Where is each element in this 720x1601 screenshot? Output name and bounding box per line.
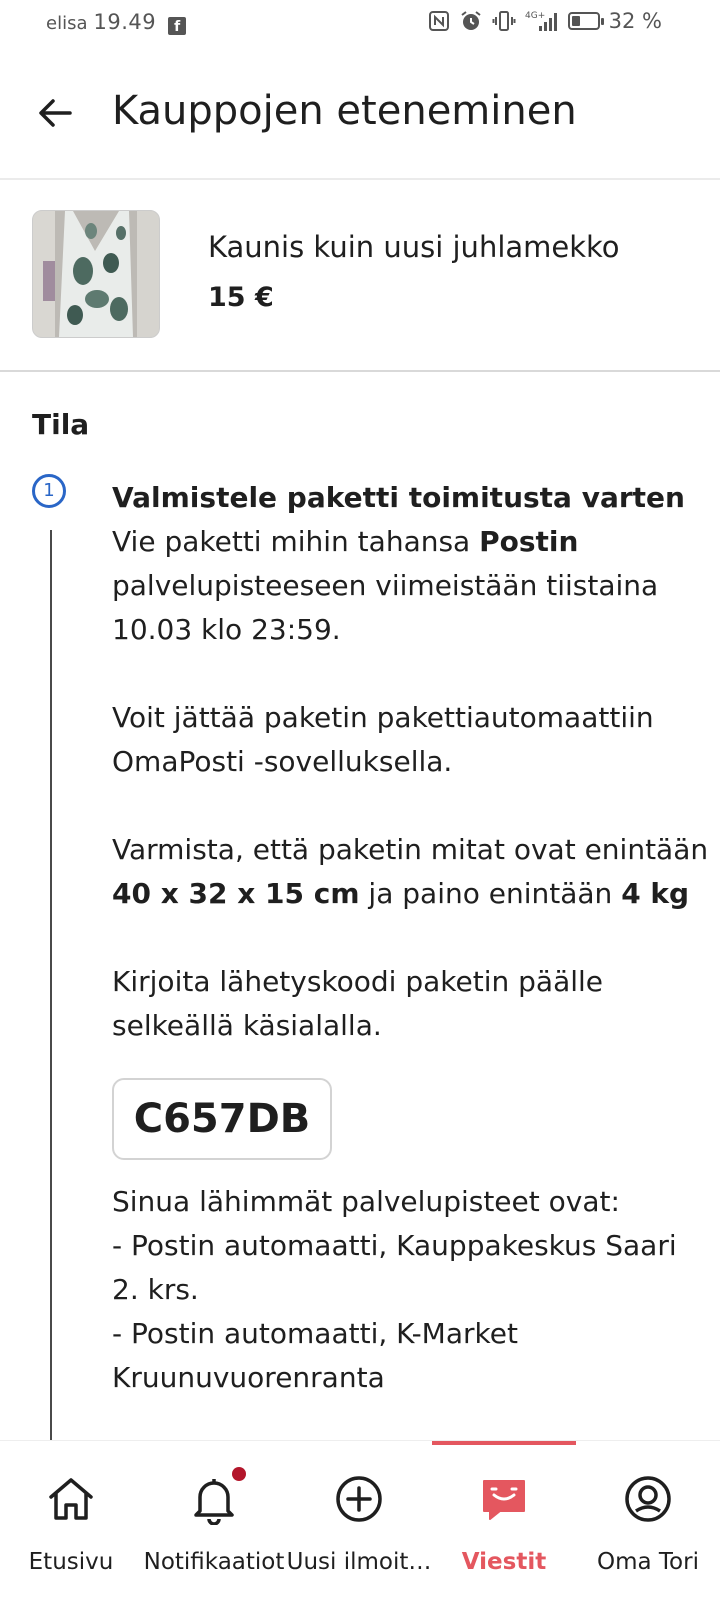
- text-segment: ja paino enintään: [359, 877, 622, 910]
- nav-item-uusi-ilmoitus[interactable]: Uusi ilmoit…: [286, 1441, 432, 1601]
- battery-level: [571, 16, 580, 26]
- product-title: Kaunis kuin uusi juhlamekko: [208, 230, 620, 264]
- code-instructions: Kirjoita lähetyskoodi paketin päälle sel…: [112, 965, 604, 1042]
- product-price: 15 €: [208, 282, 274, 313]
- nav-label: Viestit: [461, 1549, 547, 1575]
- profile-icon: [625, 1476, 671, 1522]
- product-thumbnail[interactable]: [32, 210, 160, 338]
- step-number-badge: 1: [32, 474, 66, 508]
- product-summary[interactable]: Kaunis kuin uusi juhlamekko 15 €: [0, 180, 720, 372]
- status-bar-left: elisa 19.49 f: [46, 10, 187, 35]
- carrier-name: elisa: [46, 13, 88, 34]
- max-weight: 4 kg: [621, 877, 690, 910]
- home-icon: [49, 1478, 93, 1520]
- dress-image: [33, 211, 159, 337]
- nearest-points-title: Sinua lähimmät palvelupisteet ovat:: [112, 1185, 620, 1218]
- plus-circle-icon: [336, 1476, 382, 1522]
- parcel-locker-info: Voit jättää paketin pakettiautomaattiin …: [112, 701, 654, 778]
- nav-item-notifikaatiot[interactable]: Notifikaatiot: [142, 1441, 286, 1601]
- text-segment: palvelupisteeseen viimeistään tiistaina …: [112, 569, 659, 646]
- bottom-navigation: Etusivu Notifikaatiot Uusi ilmoit… Viest…: [0, 1440, 720, 1601]
- chat-icon: [483, 1480, 525, 1520]
- app-header: Kauppojen eteneminen: [0, 66, 720, 180]
- nav-item-viestit[interactable]: Viestit: [432, 1441, 576, 1601]
- facebook-icon: f: [168, 17, 187, 35]
- network-type: 4G+: [525, 11, 545, 21]
- page-title: Kauppojen eteneminen: [112, 88, 577, 134]
- alarm-icon: [461, 11, 481, 30]
- nav-item-etusivu[interactable]: Etusivu: [0, 1441, 142, 1601]
- clock-time: 19.49: [93, 10, 157, 34]
- battery-icon: [567, 12, 604, 30]
- status-bar-right: 4G+ 32 %: [428, 9, 662, 33]
- notification-dot: [232, 1467, 246, 1481]
- text-segment: Varmista, että paketin mitat ovat enintä…: [112, 833, 709, 866]
- step-content: Valmistele paketti toimitusta varten Vie…: [112, 476, 712, 1400]
- nfc-icon: [428, 11, 449, 31]
- nav-label: Notifikaatiot: [143, 1549, 285, 1575]
- vibrate-icon: [492, 11, 516, 31]
- max-dimensions: 40 x 32 x 15 cm: [112, 877, 360, 910]
- bell-icon: [194, 1479, 234, 1525]
- nav-label: Uusi ilmoit…: [286, 1549, 432, 1575]
- text-segment: Vie paketti mihin tahansa: [112, 525, 480, 558]
- carrier-name-bold: Postin: [479, 525, 579, 558]
- nav-item-oma-tori[interactable]: Oma Tori: [576, 1441, 720, 1601]
- status-bar: elisa 19.49 f 4G+ 32 %: [0, 0, 720, 46]
- signal-icon: 4G+: [525, 11, 557, 31]
- shipping-code-box[interactable]: C657DB: [112, 1078, 332, 1160]
- battery-percent: 32 %: [608, 9, 662, 33]
- dropoff-instructions: Vie paketti mihin tahansa Postin palvelu…: [112, 520, 712, 652]
- nav-label: Etusivu: [28, 1549, 114, 1575]
- service-point-item: - Postin automaatti, K-Market Kruunuvuor…: [112, 1317, 518, 1394]
- size-requirements: Varmista, että paketin mitat ovat enintä…: [112, 828, 712, 916]
- arrow-left-icon[interactable]: [34, 92, 76, 134]
- timeline-line: [50, 530, 52, 1440]
- step-title: Valmistele paketti toimitusta varten: [112, 481, 685, 514]
- status-section-title: Tila: [32, 408, 90, 441]
- service-point-item: - Postin automaatti, Kauppakeskus Saari …: [112, 1229, 677, 1306]
- nav-label: Oma Tori: [597, 1549, 699, 1575]
